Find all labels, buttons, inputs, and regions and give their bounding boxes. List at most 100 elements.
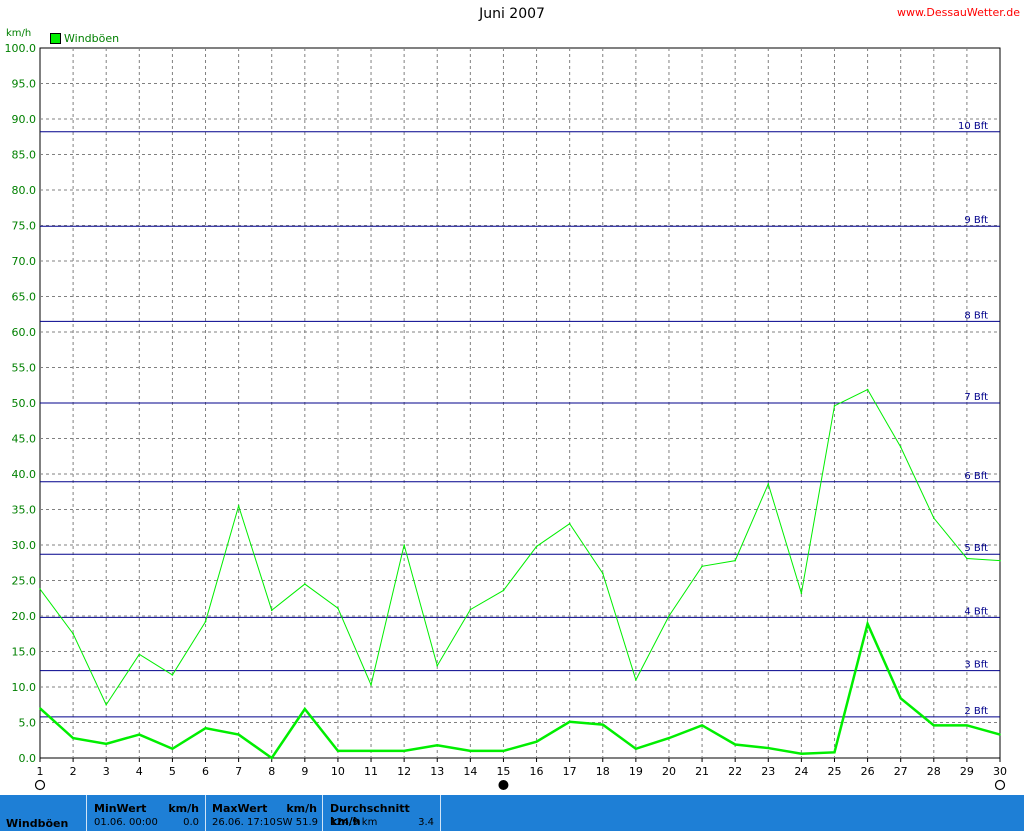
data-point	[204, 620, 207, 623]
legend-swatch	[50, 33, 61, 44]
x-tick-label: 4	[136, 765, 143, 778]
x-tick-label: 23	[761, 765, 775, 778]
stats-max-value: SW 51.9	[276, 817, 318, 828]
x-tick-label: 18	[596, 765, 610, 778]
x-tick-label: 19	[629, 765, 643, 778]
data-point	[999, 559, 1001, 562]
x-tick-label: 2	[70, 765, 77, 778]
data-point	[502, 589, 505, 592]
data-point	[304, 583, 306, 585]
x-tick-label: 1	[37, 765, 44, 778]
data-point	[767, 747, 770, 749]
data-point	[337, 607, 339, 609]
data-point	[337, 750, 339, 752]
beaufort-label: 2 Bft	[964, 706, 988, 717]
data-point	[568, 522, 571, 525]
data-point	[237, 733, 240, 736]
full-moon-icon	[994, 779, 1006, 791]
data-point	[171, 747, 174, 750]
y-tick-label: 45.0	[12, 433, 37, 446]
y-tick-label: 40.0	[12, 468, 37, 481]
data-point	[105, 743, 108, 745]
beaufort-label: 4 Bft	[964, 606, 988, 617]
data-point	[535, 545, 538, 548]
data-point	[502, 750, 505, 752]
x-tick-label: 17	[563, 765, 577, 778]
x-tick-label: 13	[430, 765, 444, 778]
y-tick-label: 55.0	[12, 362, 37, 375]
chart-title: Juni 2007	[479, 6, 545, 22]
data-point	[999, 733, 1001, 736]
y-tick-label: 85.0	[12, 149, 37, 162]
beaufort-label: 7 Bft	[964, 392, 988, 403]
x-tick-label: 30	[993, 765, 1007, 778]
data-point	[966, 557, 968, 560]
stats-bar: Windböen MinWert km/h 01.06. 00:00 0.0 M…	[0, 795, 1024, 831]
stats-row-label-block: Windböen	[0, 795, 87, 831]
data-point	[899, 446, 902, 448]
stats-min-header: MinWert	[94, 802, 147, 815]
data-point	[701, 565, 703, 568]
data-point	[800, 752, 803, 755]
stats-max-block: MaxWert km/h 26.06. 17:10 SW 51.9	[206, 795, 323, 831]
beaufort-label: 9 Bft	[964, 215, 988, 226]
x-tick-label: 14	[463, 765, 477, 778]
x-tick-label: 24	[794, 765, 808, 778]
data-point	[635, 679, 637, 681]
data-point	[866, 388, 869, 391]
x-tick-label: 8	[268, 765, 275, 778]
data-point	[899, 697, 902, 700]
data-point	[39, 707, 41, 710]
x-tick-label: 21	[695, 765, 709, 778]
legend-label: Windböen	[64, 32, 120, 45]
stats-avg-value: 3.4	[418, 817, 434, 828]
beaufort-label: 6 Bft	[964, 471, 988, 482]
x-tick-label: 26	[861, 765, 875, 778]
y-tick-label: 75.0	[12, 220, 37, 233]
x-tick-label: 6	[202, 765, 209, 778]
x-tick-label: 12	[397, 765, 411, 778]
x-tick-label: 5	[169, 765, 176, 778]
stats-min-date: 01.06. 00:00	[94, 817, 158, 828]
data-point	[668, 737, 670, 739]
data-point	[237, 505, 240, 507]
x-tick-label: 16	[530, 765, 544, 778]
site-link[interactable]: www.DessauWetter.de	[897, 6, 1020, 19]
y-tick-label: 65.0	[12, 291, 37, 304]
data-point	[370, 750, 372, 752]
beaufort-label: 8 Bft	[964, 310, 988, 321]
data-point	[72, 737, 74, 739]
y-tick-label: 80.0	[12, 184, 37, 197]
data-point	[171, 674, 174, 676]
stats-max-header: MaxWert	[212, 802, 268, 815]
y-tick-label: 60.0	[12, 326, 37, 339]
data-point	[469, 750, 472, 752]
data-point	[105, 703, 108, 706]
data-point	[833, 405, 836, 407]
data-point	[436, 664, 439, 667]
data-point	[734, 743, 736, 746]
legend: Windböen	[50, 32, 119, 45]
y-axis-unit: km/h	[6, 28, 32, 39]
y-tick-label: 35.0	[12, 504, 37, 517]
data-point	[866, 623, 869, 625]
y-tick-label: 15.0	[12, 646, 37, 659]
y-tick-label: 90.0	[12, 113, 37, 126]
data-point	[304, 708, 306, 710]
data-point	[701, 724, 703, 727]
x-tick-label: 25	[827, 765, 841, 778]
stats-avg-distance: 124.9 km	[330, 817, 378, 828]
data-point	[138, 653, 141, 656]
x-tick-label: 15	[496, 765, 510, 778]
x-tick-label: 28	[927, 765, 941, 778]
y-tick-label: 30.0	[12, 539, 37, 552]
beaufort-label: 3 Bft	[964, 660, 988, 671]
y-tick-label: 0.0	[19, 752, 37, 765]
x-tick-label: 11	[364, 765, 378, 778]
data-point	[932, 517, 935, 519]
y-tick-label: 25.0	[12, 575, 37, 588]
x-tick-label: 29	[960, 765, 974, 778]
x-tick-label: 3	[103, 765, 110, 778]
y-tick-label: 100.0	[5, 42, 37, 55]
data-point	[403, 750, 405, 752]
